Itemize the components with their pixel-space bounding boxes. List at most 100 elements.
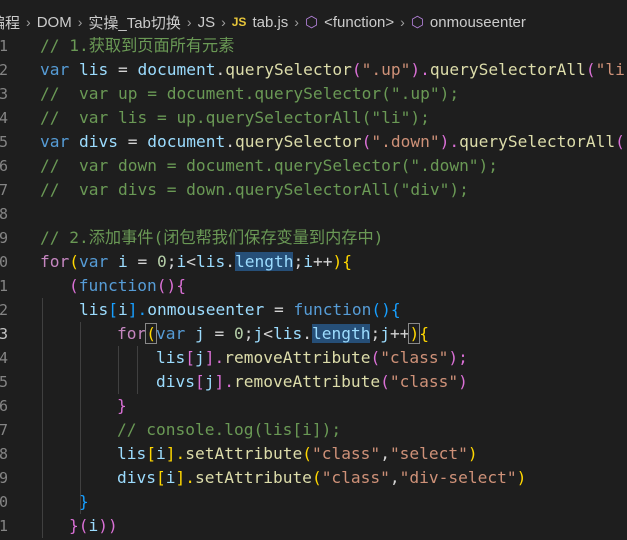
bracket-token: ) bbox=[516, 468, 527, 487]
code-line[interactable]: 1 (function(){ bbox=[0, 274, 627, 298]
variable-token: lis bbox=[196, 252, 226, 271]
code-text: var divs = document.querySelector(".down… bbox=[40, 130, 627, 154]
variable-token: i bbox=[303, 252, 313, 271]
code-line[interactable]: 7 // var divs = down.querySelectorAll("di… bbox=[0, 178, 627, 202]
function-token: removeAttribute bbox=[224, 348, 371, 367]
punct-token: . bbox=[225, 252, 235, 271]
code-line[interactable]: 4 // var lis = up.querySelectorAll("li"); bbox=[0, 106, 627, 130]
punct-token: . bbox=[215, 60, 226, 79]
operator-token: = bbox=[127, 252, 157, 271]
comment-token: // var lis = up.querySelectorAll("li"); bbox=[40, 108, 430, 127]
code-line-active[interactable]: 3 for(var j = 0;j<lis.length;j++){ bbox=[0, 322, 627, 346]
string-token: "div-select" bbox=[399, 468, 517, 487]
function-token: querySelector bbox=[225, 60, 352, 79]
code-line[interactable]: 2 lis[i].onmouseenter = function(){ bbox=[0, 298, 627, 322]
breadcrumb-item-dom[interactable]: DOM bbox=[37, 14, 72, 31]
breadcrumb-item-js[interactable]: JS bbox=[198, 14, 216, 31]
code-text: lis[i].onmouseenter = function(){ bbox=[79, 298, 401, 322]
operator-token: < bbox=[263, 324, 273, 343]
chevron-right-icon: › bbox=[26, 14, 31, 30]
line-number: 9 bbox=[0, 469, 8, 487]
bracket-token: ]. bbox=[165, 444, 186, 463]
bracket-token: ( bbox=[361, 132, 372, 151]
operator-token: = bbox=[264, 300, 294, 319]
breadcrumb-item-tab-folder[interactable]: 实操_Tab切换 bbox=[88, 12, 181, 33]
code-line[interactable]: 9 // 2.添加事件(闭包帮我们保存变量到内存中) bbox=[0, 226, 627, 250]
code-line[interactable]: 1 // 1.获取到页面所有元素 bbox=[0, 34, 627, 58]
code-line[interactable]: 8 lis[i].setAttribute("class","select") bbox=[0, 442, 627, 466]
code-text: // var down = document.querySelector(".d… bbox=[40, 154, 498, 178]
bracket-token: ); bbox=[448, 348, 468, 367]
bracket-token: ). bbox=[439, 132, 460, 151]
chevron-right-icon: › bbox=[77, 14, 83, 30]
breadcrumb-label: <function> bbox=[324, 13, 395, 31]
code-line[interactable]: 5 var divs = document.querySelector(".dow… bbox=[0, 130, 627, 154]
chevron-right-icon: › bbox=[221, 14, 226, 30]
code-text: // var up = document.querySelector(".up"… bbox=[40, 82, 459, 106]
line-number: 4 bbox=[0, 349, 8, 367]
variable-token: j bbox=[195, 324, 205, 343]
code-text: for(var i = 0;i<lis.length;i++){ bbox=[40, 250, 352, 274]
matched-bracket: ) bbox=[408, 323, 421, 344]
code-text: // console.log(lis[i]); bbox=[117, 418, 341, 442]
variable-token: length bbox=[235, 252, 294, 271]
variable-token: i bbox=[176, 252, 187, 271]
code-line[interactable]: 1}(i)) bbox=[0, 514, 627, 538]
line-number: 0 bbox=[0, 493, 8, 511]
code-line[interactable]: 2 var lis = document.querySelector(".up")… bbox=[0, 58, 627, 82]
comment-token: // var down = document.querySelector(".d… bbox=[40, 156, 499, 175]
string-token: "class" bbox=[389, 372, 459, 391]
variable-token: divs bbox=[79, 132, 118, 151]
matched-bracket: ( bbox=[145, 323, 157, 344]
line-number: 5 bbox=[0, 373, 8, 391]
code-line[interactable]: 3 // var up = document.querySelector(".up… bbox=[0, 82, 627, 106]
variable-token: i bbox=[118, 300, 128, 319]
string-token: "class" bbox=[321, 468, 390, 487]
comment-token: // var up = document.querySelector(".up"… bbox=[40, 84, 460, 103]
string-token: "class" bbox=[311, 444, 381, 463]
bracket-token: } bbox=[69, 516, 79, 535]
code-line[interactable]: 7 // console.log(lis[i]); bbox=[0, 418, 627, 442]
code-text: // 2.添加事件(闭包帮我们保存变量到内存中) bbox=[40, 226, 383, 250]
breadcrumb-item-function[interactable]: ⬡ <function> bbox=[304, 13, 395, 32]
line-number: 8 bbox=[0, 205, 8, 223]
code-line[interactable]: 0 for(var i = 0;i<lis.length;i++){ bbox=[0, 250, 627, 274]
bracket-token: } bbox=[117, 396, 127, 415]
code-line[interactable]: 0} bbox=[0, 490, 627, 514]
breadcrumb-item-onmouseenter[interactable]: ⬡ onmouseenter bbox=[411, 13, 526, 32]
method-cube-icon: ⬡ bbox=[304, 14, 319, 31]
variable-token: document bbox=[137, 60, 216, 79]
code-editor[interactable]: 1 // 1.获取到页面所有元素 2 var lis = document.quer… bbox=[0, 34, 627, 540]
bracket-token: { bbox=[419, 324, 429, 343]
keyword-token: var bbox=[156, 324, 186, 343]
line-number: 1 bbox=[0, 37, 8, 55]
code-line[interactable]: 4 lis[j].removeAttribute("class"); bbox=[0, 346, 627, 370]
operator-token: = bbox=[117, 132, 148, 151]
keyword-token: var bbox=[40, 132, 70, 151]
operator-token: = bbox=[204, 324, 234, 343]
variable-token: lis bbox=[117, 444, 147, 463]
code-text: }(i)) bbox=[69, 514, 118, 538]
code-line[interactable]: 6 // var down = document.querySelector(".… bbox=[0, 154, 627, 178]
comment-token: // 2.添加事件(闭包帮我们保存变量到内存中) bbox=[40, 228, 384, 247]
code-line[interactable]: 5 divs[j].removeAttribute("class") bbox=[0, 370, 627, 394]
line-number: 0 bbox=[0, 253, 8, 271]
line-number: 1 bbox=[0, 277, 8, 295]
breadcrumb-label: JS bbox=[197, 13, 216, 31]
code-line[interactable]: 6} bbox=[0, 394, 627, 418]
operator-token: ++ bbox=[312, 252, 333, 271]
code-text: lis[j].removeAttribute("class"); bbox=[156, 346, 468, 370]
code-line[interactable]: 8 bbox=[0, 202, 627, 226]
breadcrumb-label: onmouseenter bbox=[429, 13, 526, 31]
variable-token: divs bbox=[117, 468, 156, 487]
code-line[interactable]: 9 divs[i].setAttribute("class","div-selec… bbox=[0, 466, 627, 490]
function-token: setAttribute bbox=[194, 468, 312, 487]
line-number: 6 bbox=[0, 397, 8, 415]
breadcrumb-item-file[interactable]: JS tab.js bbox=[232, 14, 289, 31]
code-text: var lis = document.querySelector(".up").… bbox=[40, 58, 627, 82]
string-token: ".up" bbox=[361, 60, 411, 79]
code-text: // 1.获取到页面所有元素 bbox=[40, 34, 234, 58]
breadcrumb-item-folder-root[interactable]: 编程 bbox=[0, 12, 20, 33]
